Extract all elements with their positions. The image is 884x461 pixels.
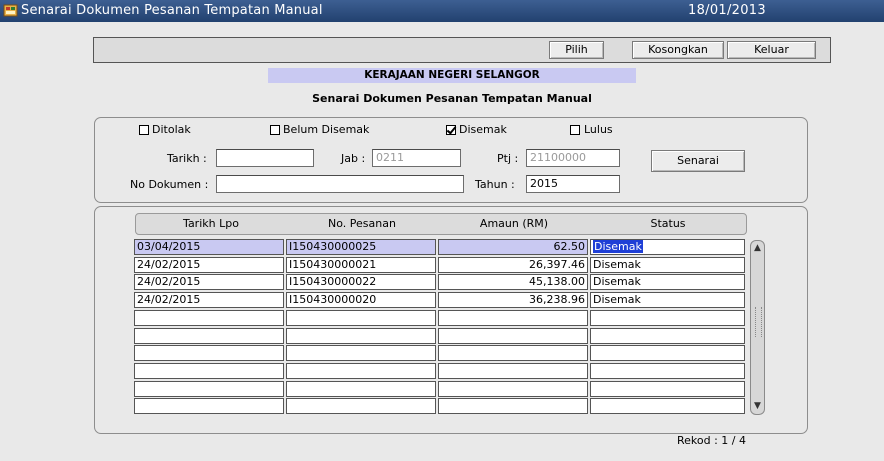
ptj-label: Ptj : (497, 152, 519, 165)
table-cell[interactable] (134, 362, 284, 379)
scrollbar-grip[interactable] (755, 307, 762, 337)
chevron-down-icon[interactable]: ▼ (751, 400, 764, 413)
table-cell[interactable] (590, 380, 745, 397)
table-cell[interactable] (590, 362, 745, 379)
ptj-field[interactable]: 21100000 (526, 149, 620, 167)
table-cell[interactable] (286, 345, 436, 362)
lulus-checkbox[interactable] (570, 125, 580, 135)
table-cell[interactable]: I150430000022 (286, 274, 436, 291)
belum-disemak-checkbox[interactable] (270, 125, 280, 135)
table-cell[interactable] (286, 362, 436, 379)
toolbar: Pilih Kosongkan Keluar (93, 37, 831, 63)
table-cell[interactable] (438, 398, 588, 415)
table-cell[interactable] (286, 398, 436, 415)
tarikh-label: Tarikh : (167, 152, 207, 165)
window-date: 18/01/2013 (688, 3, 766, 18)
table-cell[interactable] (286, 327, 436, 344)
table-cell[interactable] (286, 309, 436, 326)
table-cell[interactable] (590, 398, 745, 415)
table-cell[interactable] (134, 345, 284, 362)
no-dokumen-field[interactable] (216, 175, 464, 193)
table-cell[interactable] (286, 380, 436, 397)
senarai-button[interactable]: Senarai (651, 150, 745, 172)
table-cell[interactable]: 62.50 (438, 239, 588, 255)
ditolak-label: Ditolak (152, 123, 191, 136)
lulus-label: Lulus (584, 123, 613, 136)
table-cell[interactable] (438, 309, 588, 326)
disemak-checkbox[interactable] (446, 125, 456, 135)
status-value: Disemak (593, 240, 643, 253)
table-cell[interactable] (438, 380, 588, 397)
table-cell[interactable]: Disemak (590, 239, 745, 255)
belum-disemak-label: Belum Disemak (283, 123, 370, 136)
table-cell[interactable]: 24/02/2015 (134, 274, 284, 291)
table-cell[interactable]: Disemak (590, 274, 745, 291)
app-window: Senarai Dokumen Pesanan Tempatan Manual … (0, 0, 884, 461)
column-header-status[interactable]: Status (590, 213, 746, 235)
no-dokumen-label: No Dokumen : (130, 178, 209, 191)
tarikh-field[interactable] (216, 149, 314, 167)
tahun-label: Tahun : (475, 178, 515, 191)
table-cell[interactable] (590, 309, 745, 326)
pilih-button[interactable]: Pilih (549, 41, 604, 59)
table-cell[interactable]: 36,238.96 (438, 292, 588, 309)
record-counter: Rekod : 1 / 4 (677, 434, 747, 447)
table-cell[interactable]: Disemak (590, 292, 745, 309)
disemak-label: Disemak (459, 123, 507, 136)
app-icon (3, 4, 18, 17)
table-cell[interactable]: I150430000021 (286, 256, 436, 273)
table-cell[interactable] (438, 345, 588, 362)
table-cell[interactable] (438, 362, 588, 379)
title-bar: Senarai Dokumen Pesanan Tempatan Manual … (0, 0, 884, 22)
table-cell[interactable]: Disemak (590, 256, 745, 273)
table-cell[interactable]: 26,397.46 (438, 256, 588, 273)
chevron-up-icon[interactable]: ▲ (751, 242, 764, 255)
table-cell[interactable]: I150430000020 (286, 292, 436, 309)
table-cell[interactable]: I150430000025 (286, 239, 436, 255)
jab-label: Jab : (341, 152, 366, 165)
table-scrollbar[interactable]: ▲ ▼ (750, 240, 765, 415)
tahun-field[interactable]: 2015 (526, 175, 620, 193)
column-header-tarikh-lpo[interactable]: Tarikh Lpo (136, 213, 286, 235)
organization-title: KERAJAAN NEGERI SELANGOR (268, 68, 636, 83)
keluar-button[interactable]: Keluar (727, 41, 816, 59)
table-cell[interactable]: 24/02/2015 (134, 256, 284, 273)
ditolak-checkbox[interactable] (139, 125, 149, 135)
table-cell[interactable] (134, 309, 284, 326)
table-cell[interactable] (590, 327, 745, 344)
column-header-amaun[interactable]: Amaun (RM) (438, 213, 590, 235)
table-cell[interactable]: 45,138.00 (438, 274, 588, 291)
table-cell[interactable] (590, 345, 745, 362)
table-cell[interactable]: 03/04/2015 (134, 239, 284, 255)
table-cell[interactable] (134, 398, 284, 415)
window-title: Senarai Dokumen Pesanan Tempatan Manual (21, 3, 323, 18)
table-cell[interactable]: 24/02/2015 (134, 292, 284, 309)
page-title: Senarai Dokumen Pesanan Tempatan Manual (312, 92, 592, 105)
kosongkan-button[interactable]: Kosongkan (632, 41, 724, 59)
column-header-no-pesanan[interactable]: No. Pesanan (286, 213, 438, 235)
jab-field[interactable]: 0211 (372, 149, 461, 167)
table-cell[interactable] (134, 380, 284, 397)
table-cell[interactable] (438, 327, 588, 344)
table-cell[interactable] (134, 327, 284, 344)
